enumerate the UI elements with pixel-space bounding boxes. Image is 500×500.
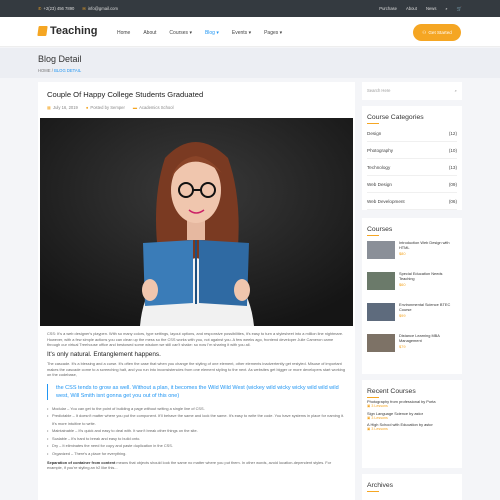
blog-post: Couple Of Happy College Students Graduat… <box>38 82 355 500</box>
book-icon: ▣ <box>367 427 371 432</box>
post-final-paragraph: Separation of container from content mea… <box>47 459 332 471</box>
course-thumbnail <box>367 272 395 290</box>
post-meta: ▦ July 16, 2019 ● Posted by Semper ▬ Academ… <box>47 105 174 110</box>
chevron-down-icon: ▾ <box>216 30 219 36</box>
nav-events[interactable]: Events ▾ <box>232 30 251 36</box>
list-item: Modular – You can get to the point of bu… <box>47 405 347 413</box>
chevron-down-icon: ▾ <box>279 30 283 36</box>
list-item: Predictable – It doesn't matter where yo… <box>47 412 347 427</box>
search-widget[interactable]: Search Here ⌕ <box>362 82 462 100</box>
course-item[interactable]: Environmental Science BTEC Course $99 <box>367 299 457 330</box>
courses-widget: Courses Introduction Web Design with HTM… <box>362 218 462 374</box>
post-author[interactable]: ● Posted by Semper <box>86 105 125 110</box>
archives-widget: Archives <box>362 474 462 500</box>
post-content: CSS: It's a web designer's playpen. With… <box>47 331 347 471</box>
search-input[interactable]: Search Here <box>367 88 391 94</box>
purchase-link[interactable]: Purchase <box>379 6 397 12</box>
main-navigation: Teaching Home About Courses ▾ Blog ▾ Eve… <box>0 17 500 47</box>
chevron-down-icon: ▾ <box>189 30 192 36</box>
page-header: Blog Detail HOME / BLOG DETAIL <box>0 48 500 78</box>
list-item: Dry – It eliminates the need for copy an… <box>47 442 347 450</box>
folder-icon: ▬ <box>132 105 138 110</box>
search-icon[interactable]: ⌕ <box>445 6 447 12</box>
post-blockquote: the CSS tends to grow as well. Without a… <box>47 383 347 400</box>
recent-course-item[interactable]: A High School with Education by astor ▣ 3… <box>367 422 457 434</box>
list-item: Maintainable – It's quick and easy to de… <box>47 427 347 435</box>
post-title: Couple Of Happy College Students Graduat… <box>47 90 204 99</box>
course-thumbnail <box>367 334 395 352</box>
list-item: Scalable – It's hard to break and easy t… <box>47 435 347 443</box>
recent-courses-widget: Recent Courses Photography from professi… <box>362 380 462 468</box>
post-category[interactable]: ▬ Academics School <box>133 105 174 110</box>
widget-title: Recent Courses <box>362 380 462 399</box>
category-item[interactable]: Photography (10) <box>367 142 457 159</box>
category-item[interactable]: Web Development (06) <box>367 193 457 210</box>
phone-icon: ✆ <box>38 6 42 11</box>
breadcrumb: HOME / BLOG DETAIL <box>38 68 82 73</box>
post-intro: CSS: It's a web designer's playpen. With… <box>47 331 344 347</box>
course-item[interactable]: Introduction Web Design with HTML $80 <box>367 237 457 268</box>
course-item[interactable]: Special Education Needs Teaching $60 <box>367 268 457 299</box>
site-logo[interactable]: Teaching <box>37 25 97 37</box>
page-title: Blog Detail <box>38 54 82 64</box>
course-categories-widget: Course Categories Design (12) Photography… <box>362 106 462 210</box>
widget-title: Courses <box>362 218 462 237</box>
category-item[interactable]: Web Design (09) <box>367 176 457 193</box>
user-icon: ● <box>85 105 89 110</box>
user-plus-icon: ⚇ <box>422 29 427 35</box>
widget-title: Course Categories <box>362 106 462 125</box>
category-item[interactable]: Technology (13) <box>367 159 457 176</box>
book-icon: ▣ <box>367 415 371 420</box>
breadcrumb-current: BLOG DETAIL <box>54 68 82 73</box>
calendar-icon: ▦ <box>47 105 51 110</box>
nav-blog[interactable]: Blog ▾ <box>205 30 219 36</box>
nav-about[interactable]: About <box>143 30 156 36</box>
book-icon: ▣ <box>367 404 371 408</box>
recent-course-item[interactable]: Photography from professional by Porta ▣ … <box>367 399 457 411</box>
post-featured-image <box>40 118 353 326</box>
nav-pages[interactable]: Pages ▾ <box>264 30 282 36</box>
about-link[interactable]: About <box>406 6 417 12</box>
list-item: Organized – There's a place for everythi… <box>47 450 347 458</box>
cart-icon[interactable]: 🛒 <box>457 6 462 12</box>
category-item[interactable]: Design (12) <box>367 125 457 142</box>
post-subheading: It's only natural. Entanglement happens. <box>47 350 161 358</box>
course-thumbnail <box>367 303 395 321</box>
email-contact[interactable]: ✉ info@gmail.com <box>82 6 118 11</box>
course-item[interactable]: Distance Learning MBA Management $79 <box>367 330 457 361</box>
post-paragraph: The cascade. It's a blessing and a curse… <box>47 361 346 377</box>
book-logo-icon <box>37 26 48 36</box>
nav-home[interactable]: Home <box>117 30 130 36</box>
mail-icon: ✉ <box>82 6 86 11</box>
news-link[interactable]: News <box>426 6 436 12</box>
nav-courses[interactable]: Courses ▾ <box>169 30 192 36</box>
search-icon[interactable]: ⌕ <box>455 88 457 94</box>
get-started-button[interactable]: ⚇ Get Started <box>413 24 461 41</box>
course-thumbnail <box>367 241 395 259</box>
chevron-down-icon: ▾ <box>248 30 252 36</box>
phone-contact[interactable]: ✆ +2(23) 456 7890 <box>38 6 74 11</box>
top-bar: ✆ +2(23) 456 7890 ✉ info@gmail.com Purchas… <box>0 0 500 17</box>
recent-course-item[interactable]: Sign Language Science by astor ▣ 3 Lesson… <box>367 411 457 423</box>
breadcrumb-home[interactable]: HOME <box>38 68 51 73</box>
nav-menu: Home About Courses ▾ Blog ▾ Events ▾ Pag… <box>117 30 282 36</box>
widget-title: Archives <box>362 474 462 493</box>
post-date: ▦ July 16, 2019 <box>47 105 78 110</box>
post-bullet-list: Modular – You can get to the point of bu… <box>47 405 347 458</box>
